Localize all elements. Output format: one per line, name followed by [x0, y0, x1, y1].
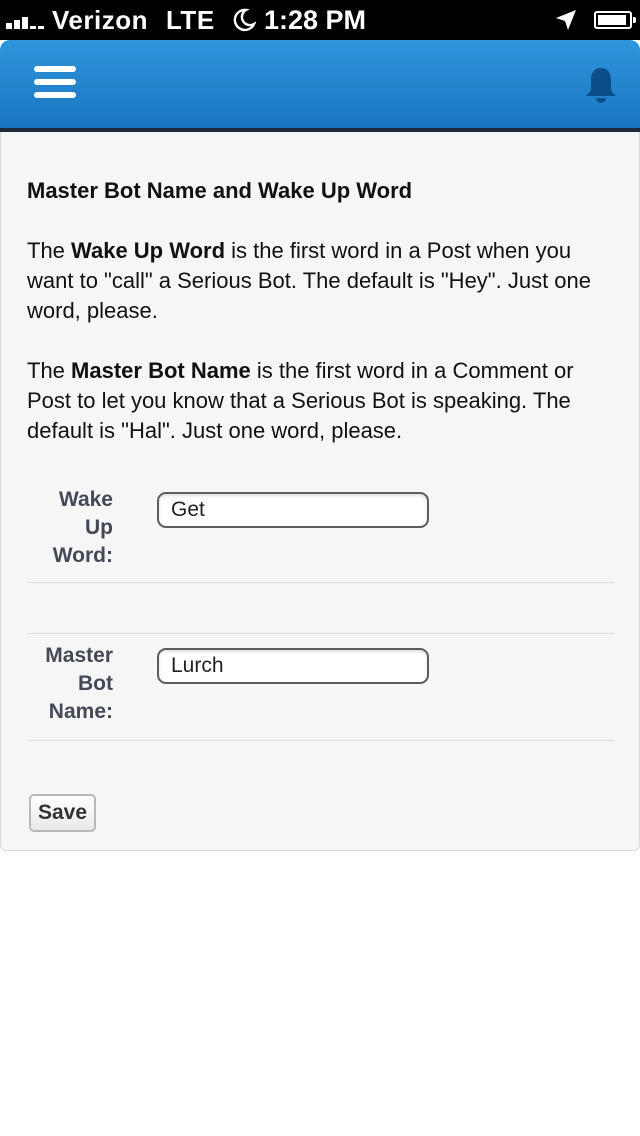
network-type: LTE	[165, 4, 215, 35]
location-arrow-icon	[556, 10, 576, 30]
wake-word-label: Wake Up Word:	[27, 486, 113, 570]
master-name-row: Master Bot Name:	[27, 633, 615, 741]
master-name-label: Master Bot Name:	[27, 642, 113, 726]
status-bar-center: 1:28 PM	[232, 3, 366, 37]
signal-bars-icon	[6, 11, 46, 29]
status-bar-left: Verizon LTE	[6, 3, 215, 37]
status-bar: Verizon LTE 1:28 PM	[0, 0, 640, 40]
label-line: Word:	[52, 544, 113, 567]
label-line: Name:	[48, 700, 113, 723]
wake-word-row: Wake Up Word:	[27, 484, 615, 583]
app-header	[0, 40, 640, 128]
wake-word-description: The Wake Up Word is the first word in a …	[27, 236, 617, 326]
label-line: Up	[85, 516, 113, 539]
clock-time: 1:28 PM	[264, 4, 367, 35]
hamburger-menu-icon[interactable]	[34, 66, 76, 102]
master-name-input[interactable]	[157, 648, 429, 684]
description-text: The	[27, 238, 72, 263]
section-title: Master Bot Name and Wake Up Word	[27, 178, 413, 203]
wake-word-input[interactable]	[157, 492, 429, 528]
settings-card: Master Bot Name and Wake Up Word The Wak…	[0, 132, 640, 851]
description-bold-term: Wake Up Word	[71, 238, 226, 263]
save-button[interactable]: Save	[29, 794, 96, 832]
description-text: The	[27, 358, 72, 383]
carrier-name: Verizon	[52, 4, 148, 35]
master-name-description: The Master Bot Name is the first word in…	[27, 356, 617, 446]
label-line: Bot	[78, 672, 113, 695]
battery-icon	[594, 11, 636, 29]
label-line: Wake	[58, 488, 113, 511]
status-bar-right	[554, 3, 636, 37]
description-bold-term: Master Bot Name	[71, 358, 251, 383]
moon-icon	[233, 8, 256, 32]
bell-icon[interactable]	[584, 66, 618, 104]
label-line: Master	[45, 644, 113, 667]
